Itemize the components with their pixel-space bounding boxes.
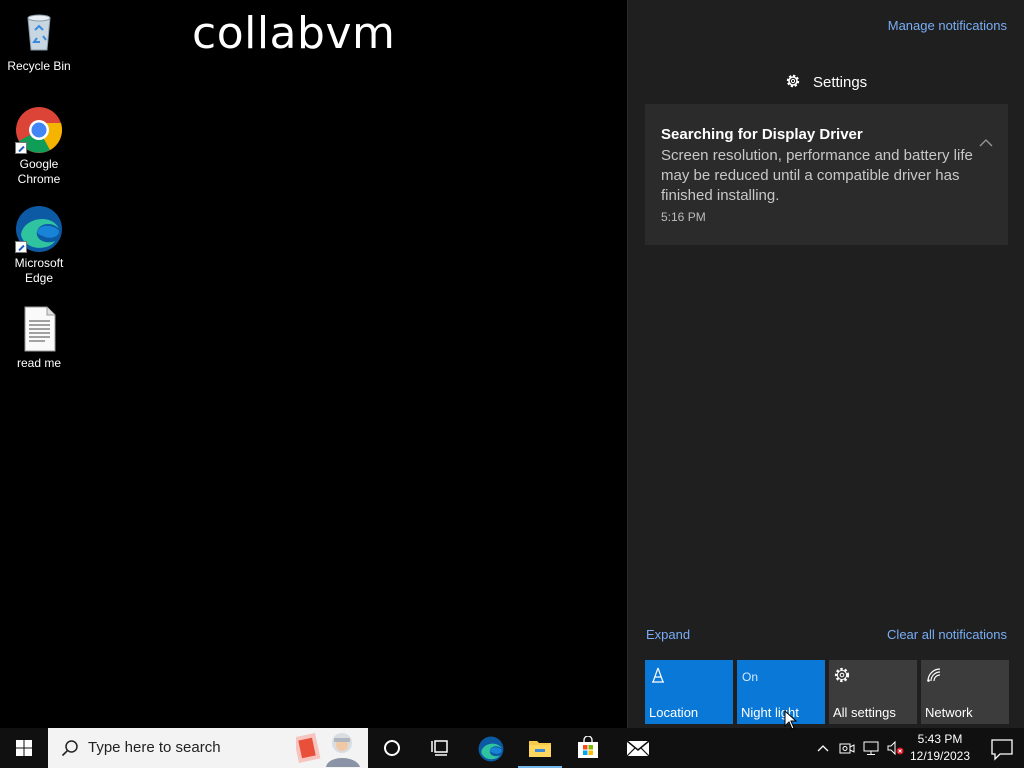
- shortcut-arrow-icon: [15, 241, 27, 253]
- search-highlight-illustration-icon: [293, 729, 364, 767]
- desktop-icon-google-chrome[interactable]: Google Chrome: [1, 106, 77, 187]
- manage-notifications-link[interactable]: Manage notifications: [888, 18, 1007, 33]
- start-button[interactable]: [0, 728, 48, 768]
- network-icon: [925, 666, 943, 684]
- clear-all-notifications-link[interactable]: Clear all notifications: [887, 627, 1007, 642]
- quick-action-label: Location: [649, 705, 699, 720]
- chrome-icon: [15, 106, 63, 154]
- gear-icon: [785, 73, 801, 89]
- recycle-bin-icon: [15, 8, 63, 56]
- quick-action-state: On: [742, 670, 759, 684]
- chevron-up-icon[interactable]: [815, 740, 831, 756]
- windows-logo-icon: [16, 740, 32, 756]
- taskbar-task-view[interactable]: [416, 728, 464, 768]
- taskbar-mail[interactable]: [614, 728, 662, 768]
- collabvm-watermark: collabvm: [192, 8, 396, 59]
- network-wired-icon[interactable]: [863, 740, 879, 756]
- notification-card[interactable]: Searching for Display Driver Screen reso…: [645, 104, 1008, 245]
- text-document-icon: [15, 305, 63, 353]
- action-center: Manage notifications Settings Searching …: [627, 0, 1024, 728]
- desktop-icon-read-me[interactable]: read me: [1, 305, 77, 371]
- quick-action-location[interactable]: Location: [645, 660, 733, 724]
- edge-icon: [478, 736, 504, 762]
- taskbar-search-box[interactable]: Type here to search: [48, 728, 368, 768]
- notification-title: Searching for Display Driver: [661, 126, 863, 143]
- desktop-icon-label: read me: [16, 356, 62, 370]
- notification-body: Screen resolution, performance and batte…: [661, 147, 973, 204]
- clock-date: 12/19/2023: [909, 749, 971, 763]
- expand-link[interactable]: Expand: [646, 627, 690, 642]
- cortana-icon: [384, 740, 400, 756]
- edge-icon: [15, 205, 63, 253]
- taskbar-clock[interactable]: 5:43 PM 12/19/2023: [906, 731, 974, 765]
- taskbar-cortana[interactable]: [368, 728, 416, 768]
- taskbar-store[interactable]: [564, 728, 612, 768]
- chevron-up-icon[interactable]: [978, 136, 994, 148]
- quick-actions: Location On Night light All settings Net…: [645, 660, 1024, 724]
- quick-action-label: Network: [925, 705, 973, 720]
- desktop-icon-label: Google Chrome: [17, 157, 61, 186]
- store-icon: [578, 736, 598, 758]
- desktop-icon-label: Recycle Bin: [7, 59, 71, 73]
- quick-action-night-light[interactable]: On Night light: [737, 660, 825, 724]
- quick-action-label: All settings: [833, 705, 896, 720]
- search-icon: [60, 738, 80, 758]
- gear-icon: [833, 666, 851, 684]
- desktop-icon-recycle-bin[interactable]: Recycle Bin: [1, 8, 77, 74]
- quick-action-all-settings[interactable]: All settings: [829, 660, 917, 724]
- mail-icon: [626, 740, 650, 757]
- quick-action-network[interactable]: Network: [921, 660, 1009, 724]
- location-icon: [649, 666, 667, 684]
- action-center-button[interactable]: [980, 728, 1024, 768]
- volume-muted-icon[interactable]: [887, 740, 904, 756]
- shortcut-arrow-icon: [15, 142, 27, 154]
- notification-time: 5:16 PM: [661, 210, 706, 224]
- search-placeholder: Type here to search: [88, 739, 221, 756]
- notification-icon: [991, 739, 1013, 761]
- meet-now-icon[interactable]: [839, 740, 855, 756]
- desktop: collabvm Recycle Bin Google Chrome Micro…: [0, 0, 627, 728]
- task-view-icon: [431, 740, 448, 756]
- notification-group-header[interactable]: Settings: [628, 73, 1024, 91]
- taskbar: Type here to search 5:43 PM 12/19/2023: [0, 728, 1024, 768]
- desktop-icon-label: Microsoft Edge: [14, 256, 64, 285]
- taskbar-edge[interactable]: [466, 728, 514, 768]
- clock-time: 5:43 PM: [917, 732, 963, 746]
- group-header-title: Settings: [812, 74, 868, 91]
- desktop-icon-microsoft-edge[interactable]: Microsoft Edge: [1, 205, 77, 286]
- mouse-cursor-icon: [784, 709, 798, 730]
- file-explorer-icon: [529, 741, 551, 757]
- taskbar-file-explorer[interactable]: [516, 728, 564, 768]
